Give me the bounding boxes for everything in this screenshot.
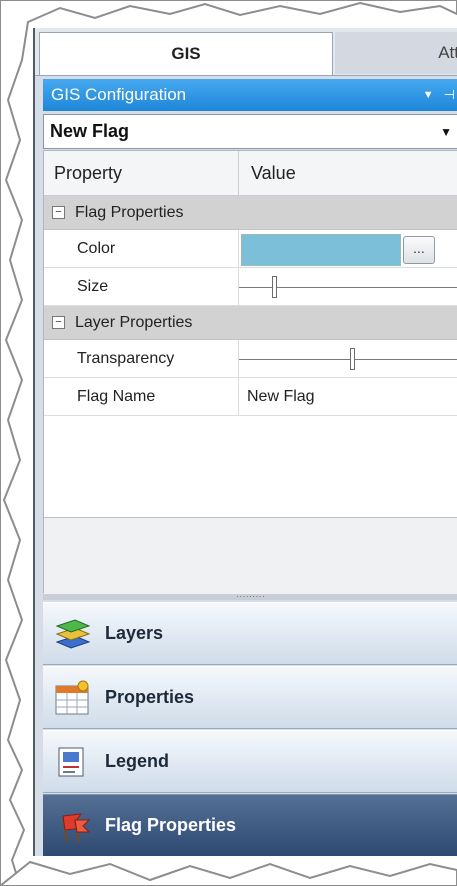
- chevron-down-icon[interactable]: ▼: [440, 125, 452, 139]
- slider-body: [239, 268, 457, 305]
- nav-flag-properties[interactable]: Flag Properties: [43, 794, 457, 856]
- slider-track: [239, 358, 457, 360]
- tab-gis-label: GIS: [171, 44, 201, 63]
- gis-configuration-header: GIS Configuration ▼ ⊣: [43, 79, 457, 111]
- pin-icon[interactable]: ⊣: [444, 87, 455, 103]
- flags-icon: [53, 808, 93, 844]
- tab-bar: GIS Att: [35, 28, 457, 76]
- flag-name-value[interactable]: New Flag: [239, 378, 457, 415]
- panel-splitter[interactable]: .........: [43, 591, 457, 600]
- description-pane: [44, 518, 457, 594]
- color-picker-button[interactable]: ...: [403, 236, 435, 264]
- property-name: Size: [44, 268, 239, 305]
- property-name: Color: [44, 230, 239, 267]
- collapse-icon[interactable]: −: [52, 316, 65, 329]
- legend-icon: [53, 744, 93, 780]
- property-row-flag-name[interactable]: Flag Name New Flag: [44, 378, 457, 416]
- color-swatch[interactable]: [241, 234, 401, 266]
- property-name: Flag Name: [44, 378, 239, 415]
- size-slider[interactable]: [239, 268, 457, 305]
- panel-title: GIS Configuration: [51, 85, 187, 104]
- property-row-transparency[interactable]: Transparency: [44, 340, 457, 378]
- nav-properties[interactable]: Properties: [43, 666, 457, 729]
- slider-thumb[interactable]: [350, 348, 355, 370]
- gis-panel-window: GIS Att GIS Configuration ▼ ⊣ New Flag ▼…: [33, 28, 457, 856]
- value-column-header[interactable]: Value: [239, 163, 296, 184]
- category-label: Layer Properties: [75, 313, 193, 331]
- property-column-header[interactable]: Property: [44, 151, 239, 195]
- tab-attributes[interactable]: Att: [335, 32, 457, 74]
- slider-body: [239, 340, 457, 377]
- category-layer-properties[interactable]: − Layer Properties: [44, 306, 457, 340]
- property-value: ...: [239, 230, 457, 267]
- category-flag-properties[interactable]: − Flag Properties: [44, 196, 457, 230]
- category-label: Flag Properties: [75, 203, 184, 221]
- object-selector-dropdown[interactable]: New Flag ▼: [43, 114, 457, 149]
- nav-label: Properties: [105, 687, 195, 707]
- dropdown-arrow-icon[interactable]: ▼: [423, 89, 434, 101]
- nav-legend[interactable]: Legend: [43, 730, 457, 793]
- layers-icon: [53, 616, 93, 652]
- grid-empty-area: [44, 468, 457, 518]
- property-row-size[interactable]: Size: [44, 268, 457, 306]
- nav-label: Layers: [105, 623, 164, 643]
- tab-gis[interactable]: GIS: [39, 32, 333, 75]
- grid-header: Property Value: [44, 151, 457, 196]
- object-selector-value: New Flag: [50, 121, 130, 141]
- property-name: Transparency: [44, 340, 239, 377]
- property-grid: Property Value − Flag Properties Color .…: [43, 150, 457, 594]
- collapse-icon[interactable]: −: [52, 206, 65, 219]
- transparency-slider[interactable]: [239, 340, 457, 377]
- nav-label: Legend: [105, 751, 170, 771]
- nav-layers[interactable]: Layers: [43, 602, 457, 665]
- tab-attributes-label: Att: [438, 43, 457, 62]
- nav-label: Flag Properties: [105, 815, 237, 835]
- properties-table-icon: [53, 680, 93, 716]
- slider-thumb[interactable]: [272, 276, 277, 298]
- property-row-color[interactable]: Color ...: [44, 230, 457, 268]
